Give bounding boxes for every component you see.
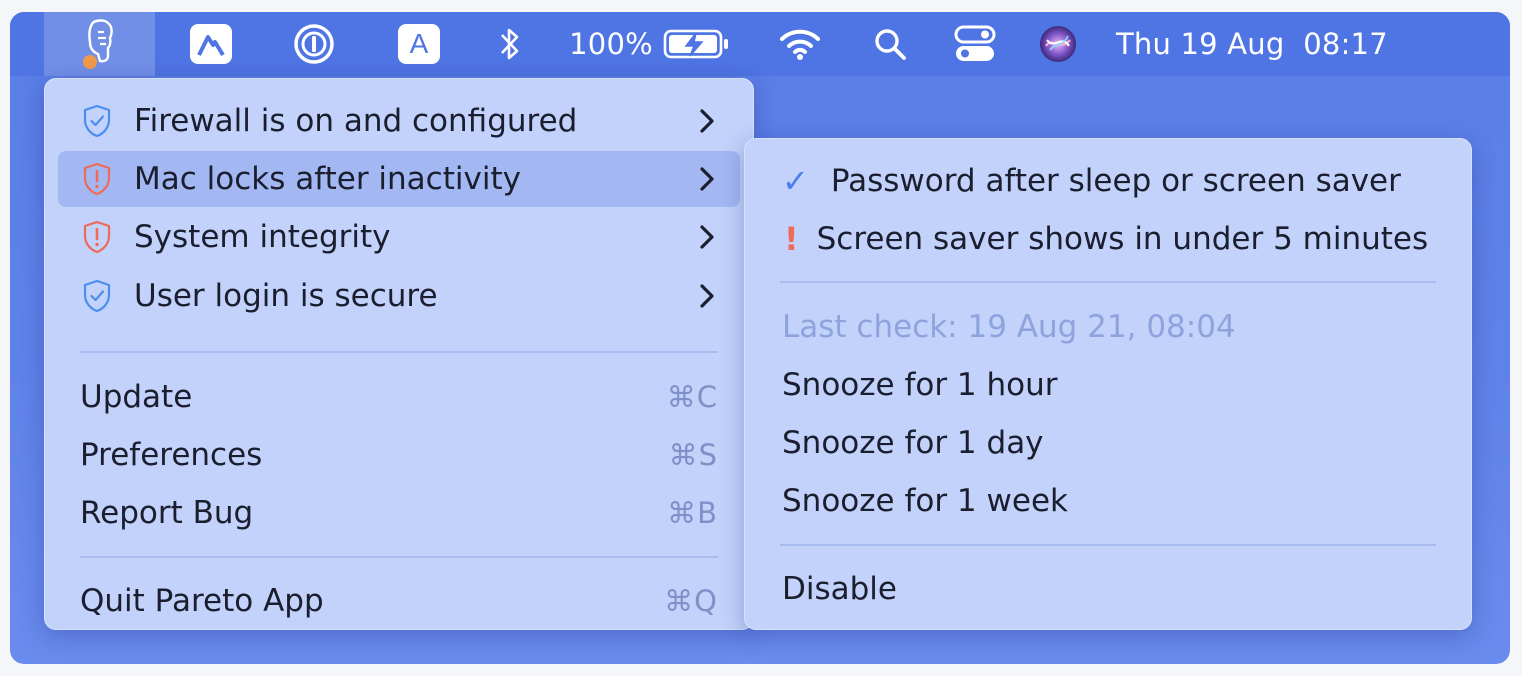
chevron-right-icon [692, 108, 722, 134]
check-item-user-login[interactable]: User login is secure [58, 268, 740, 324]
last-check-info: Last check: 19 Aug 21, 08:04 [758, 299, 1458, 355]
submenu-item-password-after-sleep[interactable]: ✓ Password after sleep or screen saver [758, 153, 1458, 209]
battery-charging-icon[interactable] [660, 12, 732, 76]
spotlight-search-icon[interactable] [868, 12, 912, 76]
shield-check-icon [80, 279, 114, 313]
chevron-right-icon [692, 224, 722, 250]
onepassword-icon[interactable] [291, 12, 337, 76]
nordvpn-icon[interactable] [188, 12, 234, 76]
menu-bar: A 100% Thu 19 Aug 08:17 [10, 12, 1510, 76]
input-source-letter: A [409, 28, 429, 59]
input-source-a-icon[interactable]: A [396, 12, 442, 76]
shield-check-icon [80, 104, 114, 138]
siri-icon[interactable] [1036, 12, 1080, 76]
control-center-icon[interactable] [950, 12, 1000, 76]
exclamation-icon: ! [784, 220, 799, 258]
disable-label: Disable [782, 571, 897, 607]
check-item-label: Mac locks after inactivity [134, 161, 521, 197]
submenu-item-screen-saver[interactable]: ! Screen saver shows in under 5 minutes [758, 211, 1458, 267]
report-bug-label: Report Bug [80, 495, 254, 531]
chevron-right-icon [692, 166, 722, 192]
bluetooth-icon[interactable] [493, 12, 527, 76]
battery-percent-label: 100% [569, 27, 653, 61]
mac-locks-submenu: ✓ Password after sleep or screen saver !… [744, 138, 1472, 630]
last-check-label: Last check: 19 Aug 21, 08:04 [782, 309, 1236, 345]
snooze-1-week-item[interactable]: Snooze for 1 week [758, 473, 1458, 529]
preferences-label: Preferences [80, 437, 263, 473]
check-item-label: User login is secure [134, 278, 438, 314]
quit-menu-item[interactable]: Quit Pareto App ⌘Q [58, 573, 740, 629]
desktop: A 100% Thu 19 Aug 08:17 Firewall is on a… [10, 12, 1510, 664]
pareto-app-icon[interactable] [44, 12, 155, 76]
shortcut-label: ⌘B [667, 496, 718, 530]
battery-percentage[interactable]: 100% [569, 12, 653, 76]
snooze-label: Snooze for 1 hour [782, 367, 1058, 403]
checkmark-icon: ✓ [782, 162, 809, 200]
shield-warning-icon [80, 220, 114, 254]
shortcut-label: ⌘C [666, 380, 718, 414]
check-item-mac-locks[interactable]: Mac locks after inactivity [58, 151, 740, 207]
preferences-menu-item[interactable]: Preferences ⌘S [58, 427, 740, 483]
shortcut-label: ⌘Q [664, 584, 718, 618]
submenu-item-label: Password after sleep or screen saver [830, 163, 1401, 199]
shortcut-label: ⌘S [668, 438, 718, 472]
check-item-system-integrity[interactable]: System integrity [58, 209, 740, 265]
shield-warning-icon [80, 162, 114, 196]
chevron-right-icon [692, 283, 722, 309]
check-item-label: System integrity [134, 219, 391, 255]
menu-separator [80, 351, 718, 353]
submenu-item-label: Screen saver shows in under 5 minutes [816, 221, 1429, 257]
menu-separator [780, 544, 1436, 546]
clock[interactable]: Thu 19 Aug 08:17 [1116, 12, 1432, 76]
report-bug-menu-item[interactable]: Report Bug ⌘B [58, 485, 740, 541]
disable-menu-item[interactable]: Disable [758, 561, 1458, 617]
quit-label: Quit Pareto App [80, 583, 324, 619]
wifi-icon[interactable] [774, 12, 826, 76]
snooze-label: Snooze for 1 week [782, 483, 1068, 519]
update-label: Update [80, 379, 193, 415]
pareto-main-menu: Firewall is on and configured Mac locks … [44, 78, 754, 630]
snooze-1-day-item[interactable]: Snooze for 1 day [758, 415, 1458, 471]
check-item-firewall[interactable]: Firewall is on and configured [58, 93, 740, 149]
snooze-label: Snooze for 1 day [782, 425, 1044, 461]
menu-separator [780, 281, 1436, 283]
menu-separator [80, 556, 718, 558]
update-menu-item[interactable]: Update ⌘C [58, 369, 740, 425]
clock-label: Thu 19 Aug 08:17 [1116, 27, 1388, 61]
snooze-1-hour-item[interactable]: Snooze for 1 hour [758, 357, 1458, 413]
check-item-label: Firewall is on and configured [134, 103, 578, 139]
